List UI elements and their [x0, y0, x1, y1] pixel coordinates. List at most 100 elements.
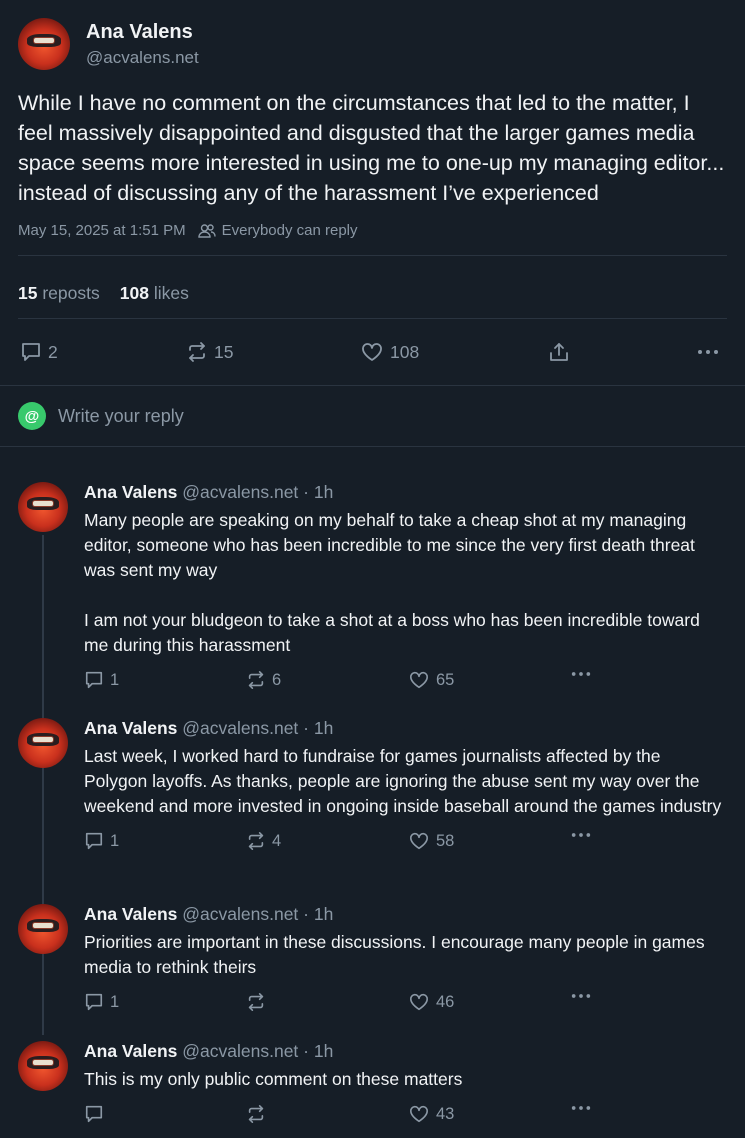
people-icon — [197, 223, 216, 239]
user-avatar: @ — [18, 402, 46, 430]
divider — [18, 255, 727, 256]
repost-button[interactable]: 15 — [186, 341, 233, 363]
more-options-button[interactable] — [570, 992, 592, 1000]
repost-button[interactable] — [246, 1104, 272, 1124]
like-button[interactable]: 58 — [408, 831, 454, 851]
more-options-button[interactable] — [696, 348, 720, 356]
repost-button[interactable]: 4 — [246, 831, 281, 851]
repost-icon — [186, 341, 208, 363]
repost-icon — [246, 831, 266, 851]
author-name[interactable]: Ana Valens — [86, 21, 199, 44]
reply-actions: 1 46 — [84, 992, 728, 1016]
share-button[interactable] — [548, 341, 570, 363]
post-text: While I have no comment on the circumsta… — [18, 91, 725, 205]
post-header: Ana Valens @acvalens.net — [18, 18, 727, 70]
author-name[interactable]: Ana Valens — [84, 718, 177, 738]
like-button[interactable]: 43 — [408, 1104, 454, 1124]
like-count: 46 — [436, 992, 455, 1011]
author-handle[interactable]: @acvalens.net — [86, 48, 199, 68]
like-count: 65 — [436, 670, 455, 689]
thread-reply[interactable]: Ana Valens @acvalens.net · 1h Priorities… — [18, 904, 728, 1016]
heart-icon — [408, 992, 430, 1012]
reply-header: Ana Valens @acvalens.net · 1h — [84, 482, 728, 503]
reply-composer[interactable]: @ Write your reply — [0, 386, 745, 446]
comment-icon — [84, 831, 104, 851]
thread-reply[interactable]: Ana Valens @acvalens.net · 1h Many peopl… — [18, 482, 728, 694]
divider — [0, 446, 745, 447]
author-name[interactable]: Ana Valens — [84, 482, 177, 502]
repost-button[interactable]: 6 — [246, 670, 281, 690]
main-post: Ana Valens @acvalens.net While I have no… — [0, 0, 745, 385]
more-icon — [696, 348, 720, 356]
author-handle[interactable]: @acvalens.net — [182, 1041, 298, 1061]
reply-placeholder[interactable]: Write your reply — [58, 406, 184, 427]
comment-icon — [84, 992, 104, 1012]
reply-button[interactable]: 2 — [20, 341, 58, 363]
repost-icon — [246, 670, 266, 690]
reply-setting[interactable]: Everybody can reply — [222, 222, 358, 239]
author-avatar[interactable] — [18, 18, 70, 70]
more-options-button[interactable] — [570, 831, 592, 839]
like-button[interactable]: 65 — [408, 670, 454, 690]
likes-stat[interactable]: 108 likes — [120, 283, 189, 304]
comment-icon — [84, 1104, 104, 1124]
post-actions: 2 15 108 — [18, 319, 727, 385]
reply-actions: 1 4 58 — [84, 831, 728, 855]
author-avatar[interactable] — [18, 718, 68, 768]
author-avatar[interactable] — [18, 482, 68, 532]
post-meta: May 15, 2025 at 1:51 PM Everybody can re… — [18, 222, 727, 239]
reply-header: Ana Valens @acvalens.net · 1h — [84, 904, 728, 925]
repost-count: 4 — [272, 831, 282, 850]
author-avatar[interactable] — [18, 904, 68, 954]
like-button[interactable]: 108 — [360, 341, 419, 363]
reply-actions: 43 — [84, 1104, 728, 1128]
author-handle[interactable]: @acvalens.net — [182, 482, 298, 502]
author-name[interactable]: Ana Valens — [84, 1041, 177, 1061]
reply-text: Many people are speaking on my behalf to… — [84, 510, 700, 655]
author-handle[interactable]: @acvalens.net — [182, 718, 298, 738]
repost-count: 15 — [214, 341, 234, 362]
repost-icon — [246, 1104, 266, 1124]
heart-icon — [408, 831, 430, 851]
like-count: 43 — [436, 1104, 455, 1123]
heart-icon — [408, 1104, 430, 1124]
reply-header: Ana Valens @acvalens.net · 1h — [84, 718, 728, 739]
repost-button[interactable] — [246, 992, 272, 1012]
reply-button[interactable]: 1 — [84, 992, 119, 1012]
reply-count: 2 — [48, 341, 58, 362]
share-icon — [548, 341, 570, 363]
more-options-button[interactable] — [570, 1104, 592, 1112]
comment-icon — [20, 341, 42, 363]
heart-icon — [408, 670, 430, 690]
repost-icon — [246, 992, 266, 1012]
thread-reply[interactable]: Ana Valens @acvalens.net · 1h This is my… — [18, 1041, 728, 1128]
reply-time: · 1h — [303, 482, 334, 502]
reposts-stat[interactable]: 15 reposts — [18, 283, 100, 304]
reply-actions: 1 6 65 — [84, 670, 728, 694]
reply-button[interactable] — [84, 1104, 110, 1124]
author-avatar[interactable] — [18, 1041, 68, 1091]
more-options-button[interactable] — [570, 670, 592, 678]
reply-button[interactable]: 1 — [84, 670, 119, 690]
reply-text: Last week, I worked hard to fundraise fo… — [84, 746, 722, 816]
heart-icon — [360, 341, 384, 363]
reply-button[interactable]: 1 — [84, 831, 119, 851]
author-handle[interactable]: @acvalens.net — [182, 904, 298, 924]
reply-text: Priorities are important in these discus… — [84, 932, 705, 977]
more-icon — [570, 1104, 592, 1112]
post-stats: 15 reposts 108 likes — [18, 269, 727, 318]
like-count: 58 — [436, 831, 455, 850]
thread-reply[interactable]: Ana Valens @acvalens.net · 1h Last week,… — [18, 718, 728, 855]
reply-count: 1 — [110, 670, 120, 689]
more-icon — [570, 831, 592, 839]
more-icon — [570, 670, 592, 678]
more-icon — [570, 992, 592, 1000]
post-timestamp[interactable]: May 15, 2025 at 1:51 PM — [18, 222, 186, 239]
reply-text: This is my only public comment on these … — [84, 1069, 463, 1089]
comment-icon — [84, 670, 104, 690]
like-button[interactable]: 46 — [408, 992, 454, 1012]
reply-header: Ana Valens @acvalens.net · 1h — [84, 1041, 728, 1062]
reply-count: 1 — [110, 831, 120, 850]
author-name[interactable]: Ana Valens — [84, 904, 177, 924]
like-count: 108 — [390, 341, 420, 362]
